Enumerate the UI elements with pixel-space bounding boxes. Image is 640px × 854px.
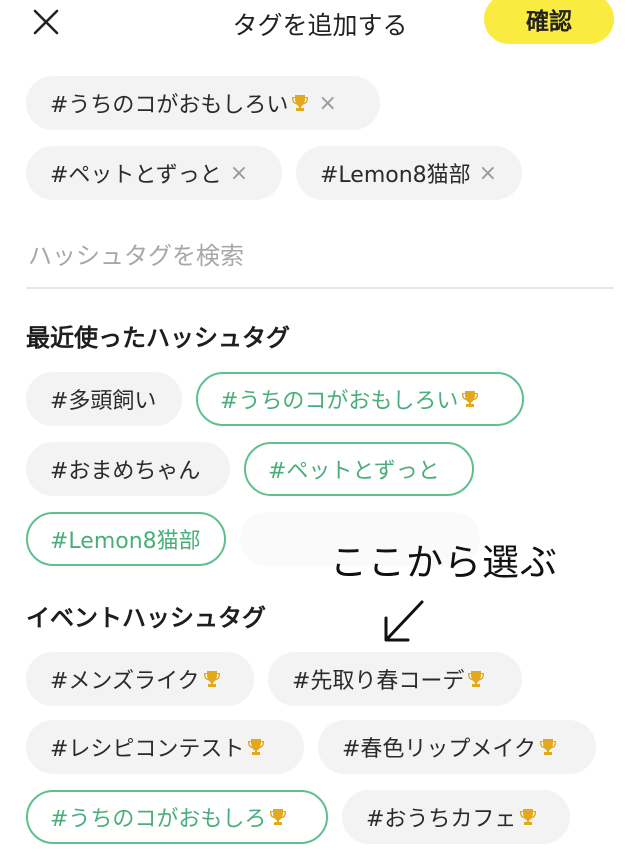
- event-tag-chip-selected[interactable]: #うちのコがおもしろ: [26, 790, 328, 844]
- tag-label: #レシピコンテスト: [50, 737, 245, 762]
- trophy-icon: [462, 391, 479, 407]
- remove-tag-button[interactable]: ×: [479, 161, 497, 186]
- header: タグを追加する 確認: [0, 0, 640, 44]
- trophy-icon: [540, 739, 556, 755]
- event-tag-chip[interactable]: #おうちカフェ: [342, 790, 570, 844]
- event-hashtags-title: イベントハッシュタグ: [26, 604, 266, 632]
- event-tag-chip[interactable]: #レシピコンテスト: [26, 720, 304, 774]
- remove-tag-button[interactable]: ×: [230, 161, 248, 186]
- event-tag-chip[interactable]: #メンズライク: [26, 652, 254, 706]
- event-tag-chip[interactable]: #先取り春コーデ: [268, 652, 522, 706]
- recent-tag-chip-selected[interactable]: #Lemon8猫部: [26, 512, 226, 566]
- trophy-icon: [292, 95, 309, 111]
- trophy-icon: [203, 671, 220, 687]
- recent-tag-chip[interactable]: #多頭飼い: [26, 372, 182, 426]
- selected-tag-label: #うちのコがおもしろい: [50, 93, 289, 118]
- recent-tag-chip-selected[interactable]: #うちのコがおもしろい: [196, 372, 524, 426]
- recent-tag-chip-selected[interactable]: #ペットとずっと: [244, 442, 474, 496]
- trophy-icon: [468, 671, 485, 687]
- trophy-icon: [270, 809, 287, 825]
- tag-label: #多頭飼い: [50, 389, 157, 414]
- tag-label: #うちのコがおもしろ: [50, 807, 267, 832]
- confirm-button[interactable]: 確認: [484, 0, 614, 44]
- remove-tag-button[interactable]: ×: [318, 91, 336, 116]
- recent-tag-chip[interactable]: #おまめちゃん: [26, 442, 230, 496]
- selected-tag-label: #Lemon8猫部: [320, 163, 471, 188]
- divider: [26, 287, 614, 289]
- trophy-icon: [248, 739, 265, 755]
- tag-label: #メンズライク: [50, 669, 200, 694]
- annotation-text: ここから選ぶ: [330, 541, 558, 584]
- recent-hashtags-title: 最近使ったハッシュタグ: [26, 324, 290, 352]
- tag-label: #うちのコがおもしろい: [220, 389, 459, 414]
- selected-tag-chip[interactable]: #うちのコがおもしろい ×: [26, 76, 380, 130]
- trophy-icon: [520, 809, 537, 825]
- event-tag-chip[interactable]: #春色リップメイク: [318, 720, 596, 774]
- tag-label: #おまめちゃん: [50, 459, 201, 484]
- selected-tag-chip[interactable]: #ペットとずっと ×: [26, 146, 282, 200]
- tag-label: #ペットとずっと: [268, 459, 440, 484]
- selected-tag-label: #ペットとずっと: [50, 163, 222, 188]
- tag-label: #おうちカフェ: [366, 807, 517, 832]
- arrow-down-left-icon: [384, 600, 424, 642]
- tag-label: #先取り春コーデ: [292, 669, 465, 694]
- tag-label: #Lemon8猫部: [50, 529, 201, 554]
- tag-label: #春色リップメイク: [342, 737, 536, 762]
- selected-tag-chip[interactable]: #Lemon8猫部 ×: [296, 146, 522, 200]
- hashtag-search-input[interactable]: ハッシュタグを検索: [28, 228, 612, 278]
